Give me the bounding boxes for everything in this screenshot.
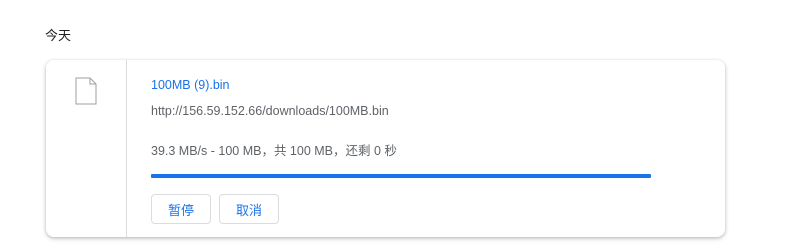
download-item-card: 100MB (9).bin http://156.59.152.66/downl… xyxy=(46,60,725,237)
download-status: 39.3 MB/s - 100 MB，共 100 MB，还剩 0 秒 xyxy=(151,144,397,158)
pause-button[interactable]: 暂停 xyxy=(151,194,211,224)
download-details: 100MB (9).bin http://156.59.152.66/downl… xyxy=(151,60,725,237)
cancel-button[interactable]: 取消 xyxy=(219,194,279,224)
downloads-page: 今天 100MB (9).bin http://156.59.152.66/do… xyxy=(0,0,786,249)
file-icon-column xyxy=(46,60,127,237)
progress-bar-fill xyxy=(151,174,651,178)
file-icon xyxy=(75,77,97,105)
section-title-today: 今天 xyxy=(45,28,72,43)
file-url: http://156.59.152.66/downloads/100MB.bin xyxy=(151,104,389,118)
progress-bar xyxy=(151,174,651,178)
file-name-link[interactable]: 100MB (9).bin xyxy=(151,78,230,92)
